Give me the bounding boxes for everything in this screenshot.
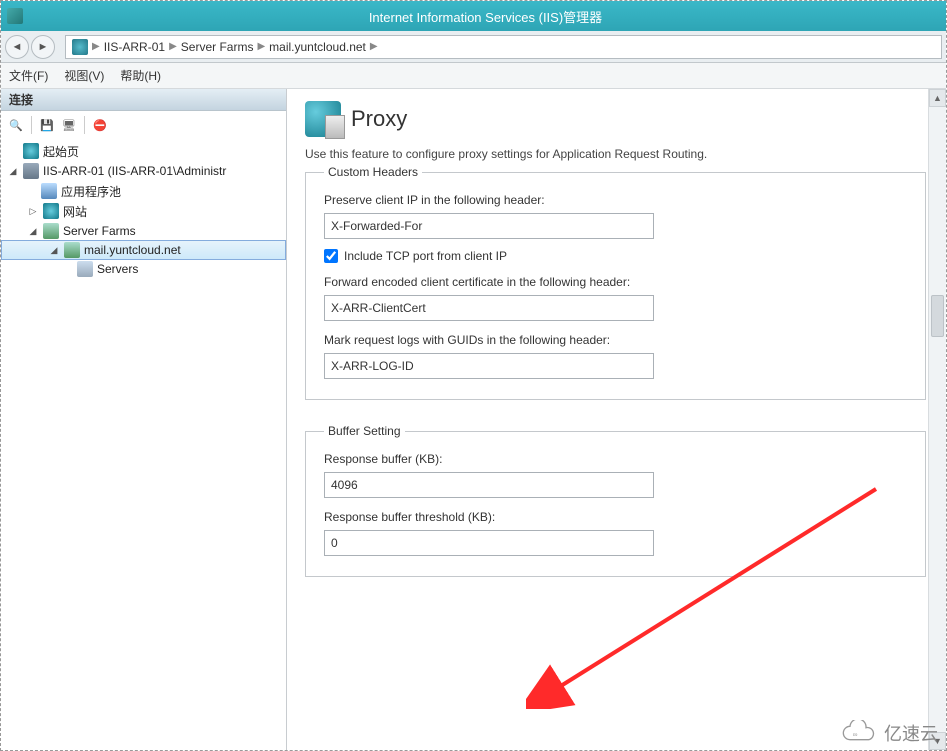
tree-label: Server Farms (63, 224, 136, 238)
connections-panel: 连接 🔍 💾 🖥 ⛔ 起始页 ◢ IIS-ARR-01 (IIS-ARR-01\… (1, 89, 287, 750)
chevron-right-icon: ▶ (370, 41, 378, 52)
tree-label: 应用程序池 (61, 183, 121, 200)
globe-icon (23, 143, 39, 159)
watermark-cloud-icon: ∞ (838, 720, 878, 746)
connections-toolbar: 🔍 💾 🖥 ⛔ (1, 111, 286, 139)
include-tcp-checkbox-row[interactable]: Include TCP port from client IP (324, 249, 907, 263)
menu-view[interactable]: 视图(V) (64, 67, 104, 84)
tree-label: mail.yuntcloud.net (84, 243, 181, 257)
response-buffer-threshold-input[interactable] (324, 530, 654, 556)
tree-label: 起始页 (43, 143, 79, 160)
tree-expander[interactable]: ▷ (27, 206, 39, 217)
breadcrumb-farm-name[interactable]: mail.yuntcloud.net (269, 40, 366, 54)
servers-icon (77, 261, 93, 277)
chevron-right-icon: ▶ (92, 41, 100, 52)
feature-pane: Proxy Use this feature to configure prox… (287, 89, 946, 750)
connections-header: 连接 (1, 89, 286, 111)
separator (84, 116, 85, 134)
breadcrumb-root-icon (72, 39, 88, 55)
app-icon (7, 8, 23, 24)
farm-icon (43, 223, 59, 239)
save-icon[interactable]: 💾 (38, 116, 56, 134)
proxy-icon (305, 101, 341, 137)
farm-node-icon (64, 242, 80, 258)
window-titlebar: Internet Information Services (IIS)管理器 (1, 1, 946, 31)
log-guid-label: Mark request logs with GUIDs in the foll… (324, 333, 907, 347)
page-title: Proxy (351, 106, 407, 132)
tree-sites[interactable]: ▷ 网站 (1, 201, 286, 221)
site-icon (43, 203, 59, 219)
page-heading: Proxy (305, 101, 926, 137)
connect-icon[interactable]: 🔍 (7, 116, 25, 134)
tree-farm-selected[interactable]: ◢ mail.yuntcloud.net (1, 240, 286, 260)
response-buffer-input[interactable] (324, 472, 654, 498)
custom-headers-group: Custom Headers Preserve client IP in the… (305, 165, 926, 400)
scroll-thumb[interactable] (931, 295, 944, 337)
custom-headers-legend: Custom Headers (324, 165, 422, 179)
client-cert-label: Forward encoded client certificate in th… (324, 275, 907, 289)
tree-servers[interactable]: Servers (1, 259, 286, 279)
tree-expander[interactable]: ◢ (7, 166, 19, 177)
breadcrumb[interactable]: ▶ IIS-ARR-01 ▶ Server Farms ▶ mail.yuntc… (65, 35, 942, 59)
buffer-setting-legend: Buffer Setting (324, 424, 405, 438)
page-description: Use this feature to configure proxy sett… (305, 147, 926, 161)
tree-label: IIS-ARR-01 (IIS-ARR-01\Administr (43, 164, 226, 178)
chevron-right-icon: ▶ (169, 41, 177, 52)
tree-app-pools[interactable]: 应用程序池 (1, 181, 286, 201)
pool-icon (41, 183, 57, 199)
tree-expander[interactable]: ◢ (27, 226, 39, 237)
tree-expander[interactable]: ◢ (48, 245, 60, 256)
client-cert-input[interactable] (324, 295, 654, 321)
nav-forward-button[interactable]: ► (31, 35, 55, 59)
tree-label: Servers (97, 262, 138, 276)
nav-toolbar: ◄ ► ▶ IIS-ARR-01 ▶ Server Farms ▶ mail.y… (1, 31, 946, 63)
menu-help[interactable]: 帮助(H) (120, 67, 161, 84)
preserve-ip-input[interactable] (324, 213, 654, 239)
scroll-track[interactable] (929, 107, 946, 732)
vertical-scrollbar[interactable]: ▲ ▼ (928, 89, 946, 750)
preserve-ip-label: Preserve client IP in the following head… (324, 193, 907, 207)
include-tcp-label: Include TCP port from client IP (344, 249, 507, 263)
menu-file[interactable]: 文件(F) (9, 67, 48, 84)
response-buffer-label: Response buffer (KB): (324, 452, 907, 466)
buffer-setting-group: Buffer Setting Response buffer (KB): Res… (305, 424, 926, 577)
tree-label: 网站 (63, 203, 87, 220)
separator (31, 116, 32, 134)
scroll-up-icon[interactable]: ▲ (929, 89, 946, 107)
nav-back-button[interactable]: ◄ (5, 35, 29, 59)
log-guid-input[interactable] (324, 353, 654, 379)
server-icon (23, 163, 39, 179)
tree-start-page[interactable]: 起始页 (1, 141, 286, 161)
watermark-text: 亿速云 (884, 720, 938, 746)
include-tcp-checkbox[interactable] (324, 249, 338, 263)
window-title: Internet Information Services (IIS)管理器 (31, 7, 940, 26)
chevron-right-icon: ▶ (257, 41, 265, 52)
watermark: ∞ 亿速云 (838, 720, 938, 746)
response-buffer-threshold-label: Response buffer threshold (KB): (324, 510, 907, 524)
connections-tree: 起始页 ◢ IIS-ARR-01 (IIS-ARR-01\Administr 应… (1, 139, 286, 750)
tree-host[interactable]: ◢ IIS-ARR-01 (IIS-ARR-01\Administr (1, 161, 286, 181)
tree-server-farms[interactable]: ◢ Server Farms (1, 221, 286, 241)
svg-text:∞: ∞ (853, 731, 858, 738)
breadcrumb-farms[interactable]: Server Farms (181, 40, 254, 54)
breadcrumb-host[interactable]: IIS-ARR-01 (104, 40, 165, 54)
stop-icon[interactable]: ⛔ (91, 116, 109, 134)
menu-bar: 文件(F) 视图(V) 帮助(H) (1, 63, 946, 89)
expand-icon[interactable]: 🖥 (60, 116, 78, 134)
